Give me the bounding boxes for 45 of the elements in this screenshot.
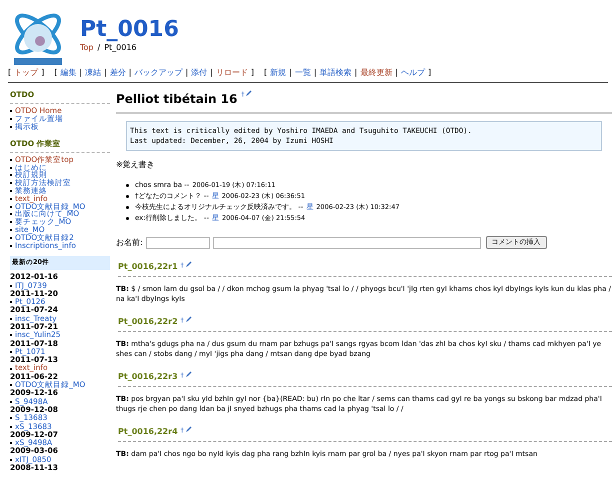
separator: |: [79, 67, 82, 79]
page-link[interactable]: トップ: [14, 67, 38, 79]
page-title: Pt_0016: [80, 18, 179, 42]
page-link[interactable]: Top: [80, 42, 94, 54]
separator: |: [104, 67, 107, 79]
page-link[interactable]: 凍結: [85, 67, 102, 79]
bracket: [: [264, 67, 268, 79]
separator: |: [185, 67, 188, 79]
page-link[interactable]: 新規: [270, 67, 286, 79]
page-link[interactable]: 一覧: [294, 67, 311, 79]
page-link[interactable]: 編集: [60, 67, 76, 79]
bracket: ]: [250, 67, 254, 79]
separator: |: [395, 67, 398, 79]
name-field[interactable]: [146, 236, 210, 248]
pencil-icon[interactable]: [184, 371, 192, 378]
page-link[interactable]: 添付: [191, 67, 208, 79]
bracket: [: [8, 67, 12, 79]
page-link[interactable]: バックアップ: [134, 67, 182, 79]
section-heading: Pt_0016,22r2: [118, 316, 178, 328]
section-heading: Pt_0016,22r3: [118, 371, 178, 383]
pencil-icon[interactable]: [184, 316, 192, 323]
separator: |: [289, 67, 292, 79]
breadcrumb-current: Pt_0016: [104, 42, 137, 54]
pencil-icon[interactable]: [184, 426, 192, 433]
pencil-icon[interactable]: [184, 261, 192, 268]
page-link[interactable]: 差分: [110, 67, 126, 79]
bracket: ]: [428, 67, 432, 79]
page-link[interactable]: 最終更新: [360, 67, 392, 79]
name-label: お名前:: [116, 236, 143, 248]
section-heading: Pt_0016,22r1: [118, 261, 178, 273]
memo-label: ※覚え書き: [116, 159, 156, 171]
page-link[interactable]: リロード: [216, 67, 248, 79]
separator: |: [210, 67, 213, 79]
bracket: [: [54, 67, 58, 79]
section-heading: Pt_0016,22r4: [118, 426, 178, 438]
section-title: Pelliot tibétain 16: [116, 91, 238, 108]
breadcrumb-separator: /: [98, 42, 100, 54]
separator: |: [128, 67, 132, 79]
separator: |: [314, 67, 317, 79]
bracket: ]: [41, 67, 44, 79]
comment-field[interactable]: [212, 236, 481, 248]
page-link[interactable]: 単語検索: [320, 67, 352, 79]
pencil-icon[interactable]: [245, 90, 252, 97]
separator: |: [354, 67, 358, 79]
page-link[interactable]: ヘルプ: [400, 67, 425, 79]
